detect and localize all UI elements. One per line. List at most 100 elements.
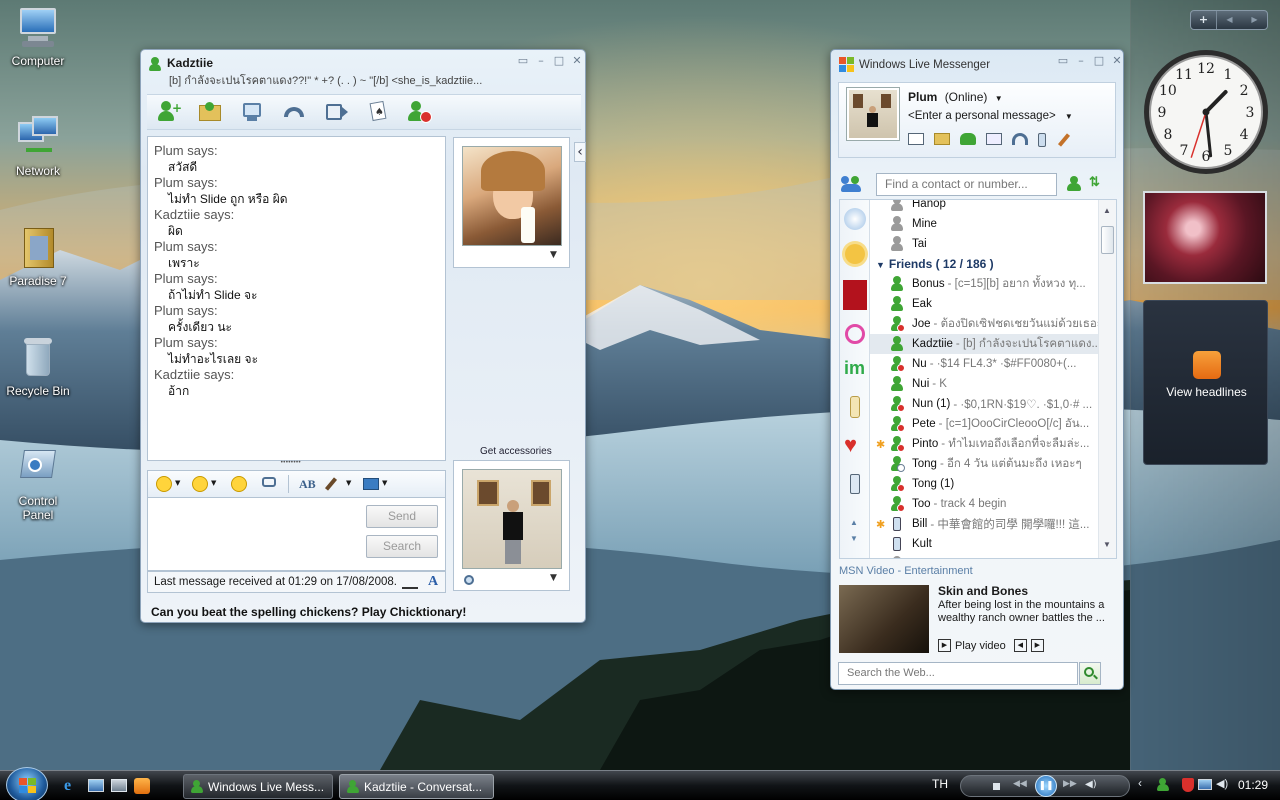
scroll-up-icon[interactable]: ▲ — [850, 518, 858, 527]
contact-item[interactable]: Arm — [870, 554, 1098, 558]
minimize-button[interactable]: – — [1075, 55, 1087, 67]
minimize-button[interactable]: – — [535, 55, 547, 67]
next-gadget-button[interactable]: ▶ — [1242, 11, 1267, 29]
messenger-window[interactable]: Windows Live Messenger ▭ – □ ✕ Plum (Onl… — [830, 49, 1124, 690]
desktop-icon-paradise-7[interactable]: Paradise 7 — [0, 226, 76, 288]
play-icon[interactable]: ▶ — [938, 639, 951, 652]
send-button[interactable]: Send — [366, 505, 438, 528]
contact-item[interactable]: Too - track 4 begin — [870, 494, 1098, 514]
nudge-icon[interactable] — [228, 475, 250, 493]
volume-tray-icon[interactable]: ◀) — [1216, 777, 1228, 790]
windows-tab-icon[interactable] — [844, 208, 866, 230]
webcam-icon[interactable] — [464, 575, 474, 585]
clock-text[interactable]: 01:29 — [1238, 778, 1268, 792]
contact-list[interactable]: im ♥ ▲ ▼ Hanop Mine Tai ▼ Friends ( 12 / … — [839, 199, 1117, 559]
sort-contacts-icon[interactable]: ⇅ — [1089, 174, 1100, 190]
search-button[interactable]: Search — [366, 535, 438, 558]
next-video-icon[interactable]: ▶ — [1030, 639, 1044, 652]
contact-item[interactable]: Nun (1) - ·$0,1RN·$19♡. ·$1,0·# ... — [870, 394, 1098, 414]
heart-tab-icon[interactable]: ♥ — [844, 434, 857, 456]
desktop-icon-control-panel[interactable]: Control Panel — [0, 446, 76, 522]
stop-icon[interactable] — [993, 783, 1000, 790]
get-accessories-link[interactable]: Get accessories — [480, 446, 552, 457]
web-search-button[interactable] — [1079, 662, 1101, 685]
contact-item[interactable]: Tai — [870, 234, 1098, 254]
contact-item[interactable]: Tong - อีก 4 วัน แต่ต้นมะถึง เหอะๆ — [870, 454, 1098, 474]
contact-item[interactable]: Nu - ·$14 FL4.3* ·$#FF0080+(... — [870, 354, 1098, 374]
background-brush-icon[interactable]: ▼ — [324, 475, 353, 493]
contact-item[interactable]: Hanop — [870, 200, 1098, 214]
message-history[interactable]: Plum says: สวัสดี Plum says: ไม่ทำ Slide ถ… — [147, 136, 446, 461]
slideshow-gadget[interactable] — [1143, 191, 1267, 284]
contacts-menu-icon[interactable] — [841, 174, 865, 194]
desktop-icon-computer[interactable]: Computer — [0, 6, 76, 68]
avatar[interactable] — [846, 87, 900, 141]
chevron-down-icon[interactable]: ▼ — [550, 573, 557, 583]
status-dropdown-icon[interactable]: ▼ — [995, 94, 1003, 103]
font-icon[interactable]: AB — [299, 475, 317, 493]
switch-windows-icon[interactable] — [111, 779, 127, 792]
play-video-link[interactable]: Play video — [955, 640, 1006, 652]
close-button[interactable]: ✕ — [571, 55, 583, 67]
ink-icon[interactable]: ▼ — [363, 475, 389, 493]
contact-item[interactable]: Mine — [870, 214, 1098, 234]
contact-item[interactable]: Bonus - [c=15][b] อยาก ทั้งหวง ทุ... — [870, 274, 1098, 294]
im-tab-icon[interactable]: im — [844, 358, 868, 378]
network-tray-icon[interactable] — [1198, 779, 1212, 790]
message-input[interactable]: Send Search — [147, 497, 446, 571]
maximize-button[interactable]: □ — [1093, 55, 1105, 67]
ad-banner-text[interactable]: Can you beat the spelling chickens? Play… — [151, 605, 466, 619]
previous-track-icon[interactable]: ◀◀ — [1013, 779, 1027, 789]
media-player-toolbar[interactable]: ◀◀ ❚❚ ▶▶ ◀) — [960, 775, 1130, 797]
web-search-input[interactable]: Search the Web... — [838, 662, 1078, 685]
mobile-icon[interactable] — [1038, 133, 1046, 147]
scroll-down-arrow-icon[interactable]: ▼ — [1103, 540, 1111, 549]
desktop-icon-recycle-bin[interactable]: Recycle Bin — [0, 336, 76, 398]
bottle-tab-icon[interactable] — [850, 396, 860, 418]
mail-icon[interactable] — [908, 133, 924, 145]
contact-search-input[interactable]: Find a contact or number... — [876, 173, 1057, 196]
smiley-tab-icon[interactable] — [845, 324, 865, 344]
mobile-tab-icon[interactable] — [850, 474, 860, 494]
handwriting-icon[interactable] — [402, 575, 418, 589]
contact-item[interactable]: ✱ Pinto - ทำไมเทอถึงเลือกที่จะลืมล่ะ... — [870, 434, 1098, 454]
maximize-button[interactable]: □ — [553, 55, 565, 67]
view-headlines-link[interactable]: View headlines — [1144, 385, 1269, 399]
video-thumbnail[interactable] — [839, 585, 929, 653]
video-call-icon[interactable] — [323, 99, 349, 125]
previous-video-icon[interactable]: ◀ — [1013, 639, 1027, 652]
invite-contact-icon[interactable]: + — [155, 99, 182, 125]
calendar-icon[interactable] — [986, 133, 1002, 145]
scroll-down-icon[interactable]: ▼ — [850, 534, 858, 543]
contact-item[interactable]: Kadztiie - [b] กำลังจะเปนโรคตาแดง... — [870, 334, 1098, 354]
group-header-friends[interactable]: ▼ Friends ( 12 / 186 ) — [870, 254, 1098, 274]
add-contact-icon[interactable] — [1067, 176, 1083, 192]
contact-display-picture[interactable] — [462, 146, 562, 246]
taskbar-button-conversation[interactable]: Kadztiie - Conversat... — [339, 774, 494, 799]
options-icon[interactable]: ▭ — [1057, 55, 1069, 67]
add-gadget-button[interactable]: + — [1191, 11, 1217, 29]
resize-splitter[interactable]: •••••••• — [280, 459, 301, 466]
weather-tab-icon[interactable] — [845, 244, 865, 264]
language-indicator[interactable]: TH — [932, 777, 948, 791]
taskbar-button-messenger[interactable]: Windows Live Mess... — [183, 774, 333, 799]
internet-explorer-icon[interactable]: e — [64, 778, 80, 794]
media-player-icon[interactable] — [134, 778, 150, 794]
video-title[interactable]: Skin and Bones — [938, 584, 1028, 598]
close-button[interactable]: ✕ — [1111, 55, 1123, 67]
security-alert-icon[interactable] — [1182, 778, 1194, 792]
spaces-icon[interactable] — [934, 133, 950, 145]
previous-gadget-button[interactable]: ◀ — [1217, 11, 1242, 29]
scroll-up-arrow-icon[interactable]: ▲ — [1103, 206, 1111, 215]
call-computer-icon[interactable] — [239, 99, 265, 125]
video-section-header[interactable]: MSN Video - Entertainment — [839, 565, 1117, 577]
start-button[interactable] — [6, 767, 48, 800]
contact-item[interactable]: ✱ Bill - 中華會館的司學 開學囉!!! 這... — [870, 514, 1098, 534]
voice-clip-icon[interactable] — [260, 475, 278, 493]
feed-headlines-gadget[interactable]: View headlines — [1143, 300, 1268, 465]
contact-list-scrollbar[interactable]: ▲ ▼ — [1098, 200, 1116, 558]
next-track-icon[interactable]: ▶▶ — [1063, 779, 1077, 789]
contacts-icon[interactable] — [960, 133, 976, 145]
show-desktop-icon[interactable] — [88, 779, 104, 792]
collapse-panel-button[interactable]: ‹ — [574, 142, 586, 162]
